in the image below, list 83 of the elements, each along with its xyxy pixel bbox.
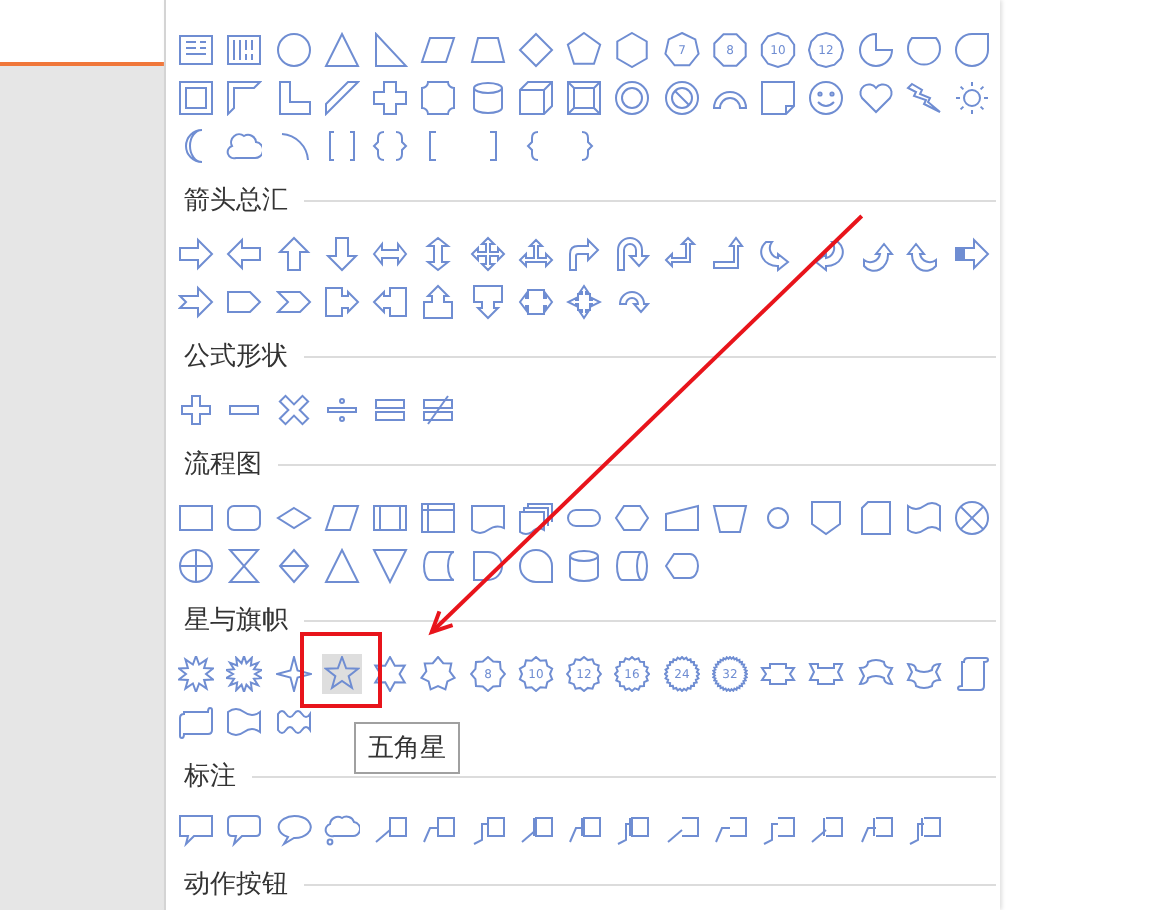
cross-icon[interactable] — [370, 78, 411, 118]
right-triangle-icon[interactable] — [370, 30, 411, 70]
section-title: 标注 — [184, 760, 236, 796]
sequential-storage-icon[interactable] — [515, 546, 556, 586]
thought-bubble-icon[interactable] — [321, 810, 362, 850]
vertical-text-box-icon[interactable] — [224, 30, 265, 70]
extract-icon[interactable] — [321, 546, 362, 586]
lightning-icon[interactable] — [903, 78, 944, 118]
smiley-icon[interactable] — [806, 78, 847, 118]
three-way-arrow-icon[interactable] — [515, 234, 556, 274]
folded-corner-icon[interactable] — [758, 78, 799, 118]
frame-icon[interactable] — [176, 78, 217, 118]
brace-pair-icon[interactable] — [370, 126, 411, 166]
six-point-star-icon[interactable] — [370, 654, 411, 694]
right-arrow-icon[interactable] — [176, 234, 217, 274]
four-point-star-icon[interactable] — [273, 654, 314, 694]
up-arrow-icon[interactable] — [273, 234, 314, 274]
sort-icon[interactable] — [273, 546, 314, 586]
arrow-callout-icon[interactable] — [370, 282, 411, 322]
arrow-callout-icon[interactable] — [321, 282, 362, 322]
oval-speech-bubble-icon[interactable] — [273, 810, 314, 850]
half-frame-icon[interactable] — [224, 78, 265, 118]
section-title: 流程图 — [184, 448, 262, 484]
bent-arrow-icon[interactable] — [564, 234, 605, 274]
left-up-arrow-icon[interactable] — [661, 234, 702, 274]
diamond-icon[interactable] — [515, 30, 556, 70]
four-way-arrow-icon[interactable] — [467, 234, 508, 274]
diagonal-stripe-icon[interactable] — [321, 78, 362, 118]
left-arrow-icon[interactable] — [224, 234, 265, 274]
notched-arrow-icon[interactable] — [176, 282, 217, 322]
explosion-icon[interactable] — [176, 654, 217, 694]
delay-icon[interactable] — [467, 546, 508, 586]
l-shape-icon[interactable] — [273, 78, 314, 118]
arrow-callout-icon[interactable] — [418, 282, 459, 322]
cylinder-icon[interactable] — [564, 546, 605, 586]
cylinder-icon[interactable] — [467, 78, 508, 118]
no-symbol-icon[interactable] — [661, 78, 702, 118]
not-equal-sign-icon[interactable] — [418, 390, 459, 430]
plus-sign-icon[interactable] — [176, 390, 217, 430]
arrow-callout-icon[interactable] — [564, 282, 605, 322]
tape-icon[interactable] — [903, 498, 944, 538]
horizontal-cylinder-icon[interactable] — [612, 546, 653, 586]
plaque-icon[interactable] — [418, 78, 459, 118]
bent-up-arrow-icon[interactable] — [709, 234, 750, 274]
section-title: 动作按钮 — [184, 868, 288, 904]
donut-icon[interactable] — [612, 78, 653, 118]
u-turn-arrow-icon[interactable] — [612, 234, 653, 274]
multidocument-icon[interactable] — [515, 498, 556, 538]
arrow-callout-icon[interactable] — [467, 282, 508, 322]
or-icon[interactable] — [176, 546, 217, 586]
section-title: 公式形状 — [184, 340, 288, 376]
speech-bubble-icon[interactable] — [224, 810, 265, 850]
text-box-icon[interactable] — [176, 30, 217, 70]
circle-icon[interactable] — [273, 30, 314, 70]
bevel-icon[interactable] — [564, 78, 605, 118]
tooltip: 五角星 — [353, 722, 460, 774]
hexagon-icon[interactable] — [612, 30, 653, 70]
multiply-sign-icon[interactable] — [273, 390, 314, 430]
merge-icon[interactable] — [370, 546, 411, 586]
off-page-connector-icon[interactable] — [806, 498, 847, 538]
pentagon-icon[interactable] — [564, 30, 605, 70]
scroll-icon[interactable] — [176, 702, 217, 742]
collate-icon[interactable] — [224, 546, 265, 586]
wave-icon[interactable] — [224, 702, 265, 742]
scroll-icon[interactable] — [952, 654, 993, 694]
section-title: 箭头总汇 — [184, 184, 288, 220]
heart-icon[interactable] — [855, 78, 896, 118]
internal-storage-icon[interactable] — [418, 498, 459, 538]
pie-icon[interactable] — [855, 30, 896, 70]
explosion-icon[interactable] — [224, 654, 265, 694]
sun-icon[interactable] — [952, 78, 993, 118]
seven-point-star-icon[interactable] — [418, 654, 459, 694]
section-title: 星与旗帜 — [184, 604, 288, 640]
striped-arrow-icon[interactable] — [952, 234, 993, 274]
card-icon[interactable] — [855, 498, 896, 538]
triangle-icon[interactable] — [321, 30, 362, 70]
down-arrow-icon[interactable] — [321, 234, 362, 274]
speech-bubble-icon[interactable] — [176, 810, 217, 850]
star-icon[interactable] — [321, 654, 362, 694]
summing-junction-icon[interactable] — [952, 498, 993, 538]
teardrop-icon[interactable] — [952, 30, 993, 70]
cube-icon[interactable] — [515, 78, 556, 118]
stored-data-icon[interactable] — [418, 546, 459, 586]
